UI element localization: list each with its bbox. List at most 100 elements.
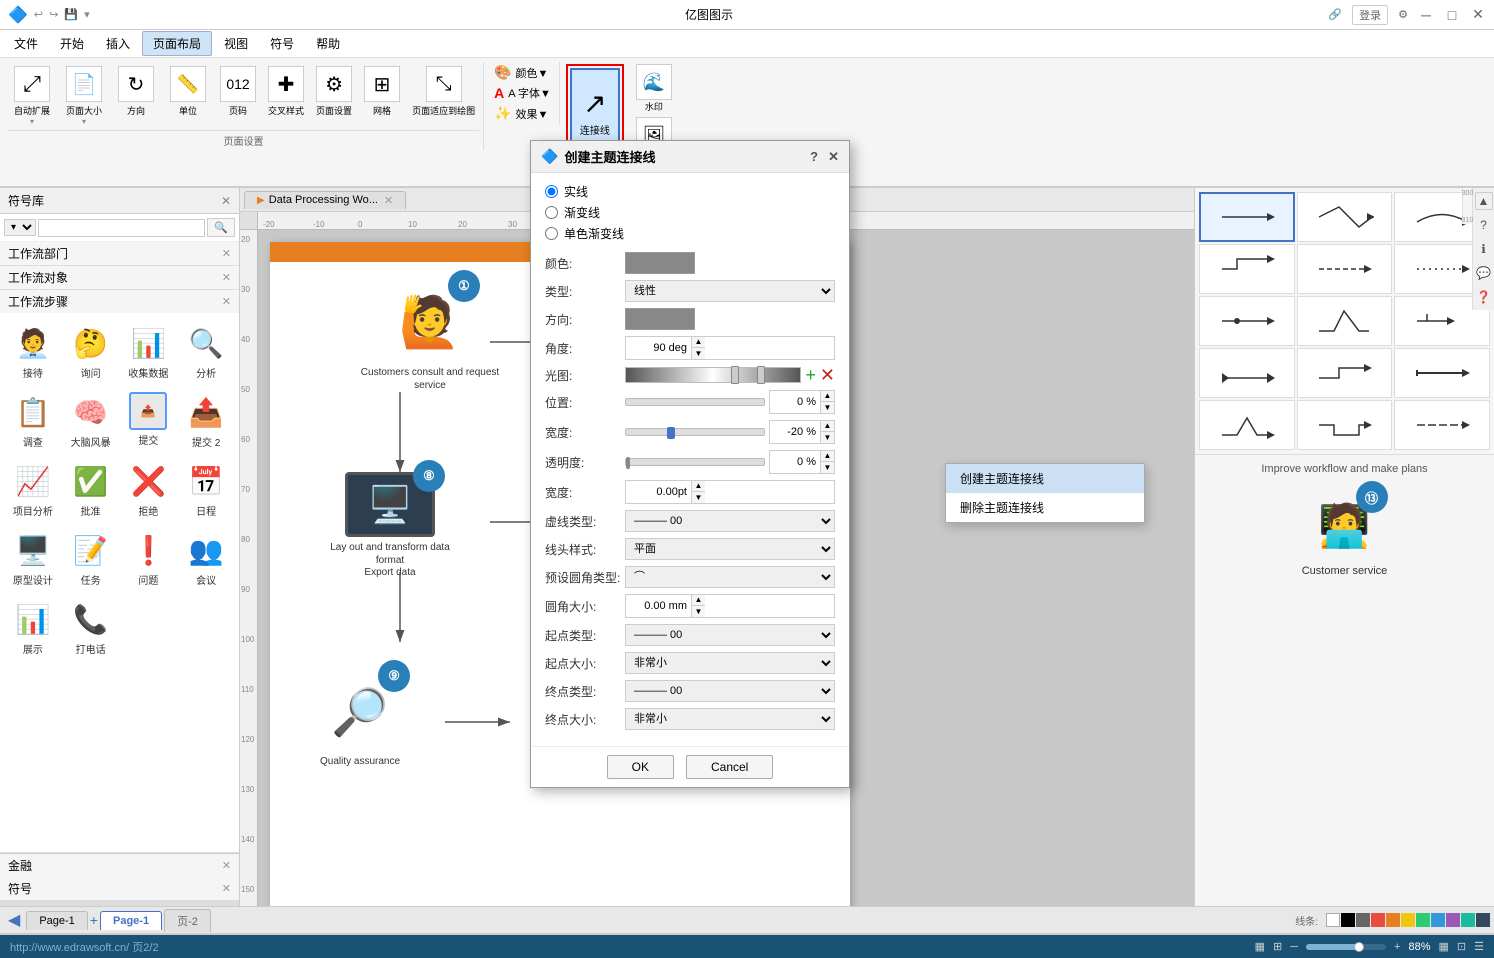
maximize-btn[interactable]: □ [1444, 7, 1460, 23]
status-plus-icon[interactable]: + [1394, 941, 1400, 953]
status-view-icon1[interactable]: ▦ [1439, 940, 1449, 953]
angle-input[interactable] [626, 340, 691, 356]
node-layout-transform[interactable]: ⑧ 🖥️ Lay out and transform data format E… [320, 472, 460, 578]
tab-page1[interactable]: Page-1 [26, 911, 87, 930]
corner-size-spin[interactable]: ▲ ▼ [625, 594, 835, 618]
color-swatch-orange[interactable] [1386, 913, 1400, 927]
sidebar-icon-phone[interactable]: 📞 打电话 [64, 595, 118, 660]
angle-spin[interactable]: ▲ ▼ [625, 336, 835, 360]
radio-mono-gradient-input[interactable] [545, 227, 558, 240]
sidebar-scrollbar[interactable] [0, 900, 239, 906]
color-swatch-yellow[interactable] [1401, 913, 1415, 927]
light-slider-thumb2[interactable] [757, 366, 765, 384]
sidebar-close[interactable]: ✕ [221, 194, 231, 208]
sidebar-section-obj-header[interactable]: 工作流对象 ✕ [0, 266, 239, 289]
width-pt-down[interactable]: ▼ [691, 492, 705, 503]
menu-insert[interactable]: 插入 [96, 32, 140, 55]
transparency-up-arrow[interactable]: ▲ [820, 451, 834, 462]
sidebar-section-dept-header[interactable]: 工作流部门 ✕ [0, 242, 239, 265]
sidebar-icon-brainstorm[interactable]: 🧠 大脑风暴 [64, 388, 118, 453]
light-remove-btn[interactable]: ✕ [820, 366, 835, 384]
sidebar-icon-project-analysis[interactable]: 📈 项目分析 [6, 457, 60, 522]
modal-help-btn[interactable]: ? [810, 149, 818, 165]
sidebar-icon-survey[interactable]: 📋 调查 [6, 388, 60, 453]
toolbar-more[interactable]: ▾ [84, 8, 90, 21]
corner-size-down[interactable]: ▼ [691, 606, 705, 617]
modal-close-btn[interactable]: ✕ [828, 149, 839, 165]
light-slider-thumb[interactable] [731, 366, 739, 384]
ribbon-unit[interactable]: 📏 单位 [164, 64, 212, 128]
connector-style-12[interactable] [1394, 348, 1490, 398]
login-btn[interactable]: 登录 [1352, 5, 1388, 25]
search-type-select[interactable]: ▾ [4, 219, 36, 236]
width-input[interactable] [770, 424, 820, 440]
section-finance-close[interactable]: ✕ [222, 859, 231, 872]
connector-style-10[interactable] [1199, 348, 1295, 398]
light-slider[interactable] [625, 367, 801, 383]
section-obj-close[interactable]: ✕ [222, 271, 231, 284]
toolbar-redo[interactable]: ↪ [49, 8, 58, 21]
sidebar-icon-inquiry[interactable]: 🤔 询问 [64, 319, 118, 384]
sidebar-section-symbol[interactable]: 符号 ✕ [0, 877, 239, 900]
sidebar-icon-meeting[interactable]: 👥 会议 [179, 526, 233, 591]
modal-ok-btn[interactable]: OK [607, 755, 674, 779]
right-icon-info[interactable]: ℹ [1475, 240, 1493, 258]
tab-add-btn[interactable]: + [90, 912, 98, 928]
section-symbol-close[interactable]: ✕ [222, 882, 231, 895]
end-size-select[interactable]: 非常小 小 中 大 [625, 708, 835, 730]
close-btn[interactable]: ✕ [1470, 7, 1486, 23]
ribbon-auto-expand[interactable]: ⤢ 自动扩展 ▾ [8, 64, 56, 128]
start-type-select[interactable]: ——— 00 → 01 [625, 624, 835, 646]
section-step-close[interactable]: ✕ [222, 295, 231, 308]
sidebar-icon-approve[interactable]: ✅ 批准 [64, 457, 118, 522]
connector-style-15[interactable] [1394, 400, 1490, 450]
menu-file[interactable]: 文件 [4, 32, 48, 55]
ribbon-pagecode[interactable]: 012 页码 [216, 64, 260, 128]
connector-style-11[interactable] [1297, 348, 1393, 398]
customer-service-node[interactable]: ⑬ 🧑‍💻 Customer service [1195, 483, 1494, 585]
menu-view[interactable]: 视图 [214, 32, 258, 55]
width-pt-spin[interactable]: ▲ ▼ [625, 480, 835, 504]
ribbon-page-settings[interactable]: ⚙ 页面设置 [312, 64, 356, 128]
width-pt-input[interactable] [626, 484, 691, 500]
connector-style-14[interactable] [1297, 400, 1393, 450]
position-input[interactable] [770, 394, 820, 410]
radio-solid-input[interactable] [545, 185, 558, 198]
share-icon[interactable]: 🔗 [1328, 8, 1342, 21]
corner-preset-select[interactable]: ⌒ □ [625, 566, 835, 588]
color-swatch-darkblue[interactable] [1476, 913, 1490, 927]
start-size-select[interactable]: 非常小 小 中 大 [625, 652, 835, 674]
color-swatch-red[interactable] [1371, 913, 1385, 927]
transparency-thumb[interactable] [626, 457, 630, 469]
connector-style-7[interactable] [1199, 296, 1295, 346]
angle-up-arrow[interactable]: ▲ [691, 337, 705, 348]
node-quality-assurance[interactable]: ⑨ 🔎 Quality assurance [320, 672, 400, 767]
width-pt-up[interactable]: ▲ [691, 481, 705, 492]
connector-style-2[interactable] [1297, 192, 1393, 242]
width-up-arrow[interactable]: ▲ [820, 421, 834, 432]
end-type-select[interactable]: ——— 00 → 01 [625, 680, 835, 702]
color-swatch-green[interactable] [1416, 913, 1430, 927]
menu-start[interactable]: 开始 [50, 32, 94, 55]
status-view-icon3[interactable]: ☰ [1474, 940, 1484, 953]
ribbon-watermark[interactable]: 🌊 水印 [636, 64, 672, 113]
transparency-spin[interactable]: ▲ ▼ [769, 450, 835, 474]
sidebar-icon-prototype[interactable]: 🖥️ 原型设计 [6, 526, 60, 591]
search-input[interactable] [38, 219, 205, 237]
toolbar-save[interactable]: 💾 [64, 8, 78, 21]
color-swatch-teal[interactable] [1461, 913, 1475, 927]
ribbon-grid[interactable]: ⊞ 网格 [360, 64, 404, 128]
sidebar-icon-present[interactable]: 📊 展示 [6, 595, 60, 660]
sidebar-icon-analyze[interactable]: 🔍 分析 [179, 319, 233, 384]
node-customers-consult[interactable]: ① 🙋 Customers consult and request servic… [360, 282, 500, 392]
angle-down-arrow[interactable]: ▼ [691, 348, 705, 359]
radio-gradient-input[interactable] [545, 206, 558, 219]
width-slider[interactable] [625, 428, 765, 436]
connector-style-8[interactable] [1297, 296, 1393, 346]
type-select[interactable]: 线性 曲线 直线 [625, 280, 835, 302]
right-icon-question[interactable]: ? [1475, 216, 1493, 234]
color-swatch-blue[interactable] [1431, 913, 1445, 927]
position-down-arrow[interactable]: ▼ [820, 402, 834, 413]
tab-page-active[interactable]: Page-1 [100, 911, 162, 930]
tab-nav-left[interactable]: ◀ [4, 910, 24, 930]
